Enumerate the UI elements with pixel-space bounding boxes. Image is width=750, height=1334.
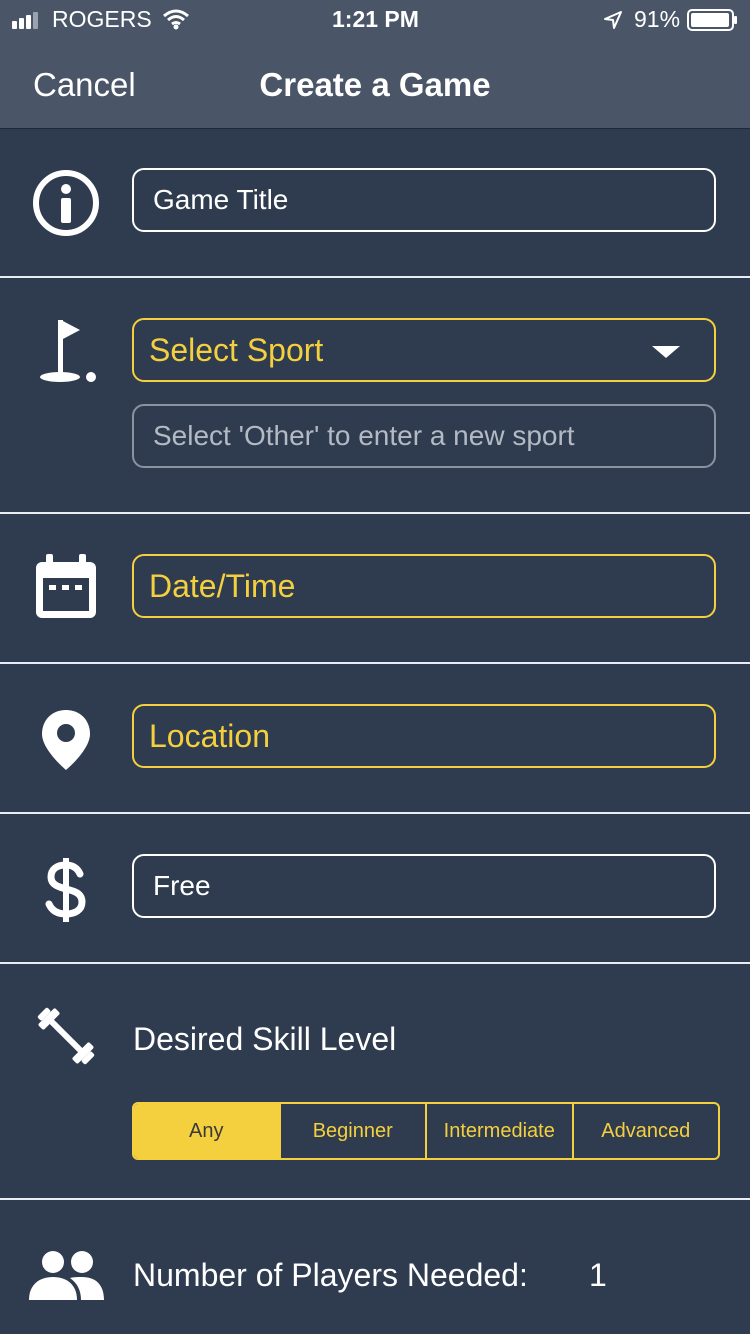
players-needed-label: Number of Players Needed: <box>133 1257 528 1293</box>
skill-option-intermediate[interactable]: Intermediate <box>427 1104 574 1158</box>
section-location: Location <box>0 664 750 814</box>
carrier-label: ROGERS <box>52 6 152 32</box>
chevron-down-icon <box>652 346 680 358</box>
navigation-bar: Cancel Create a Game <box>0 40 750 129</box>
golf-flag-icon <box>40 320 96 382</box>
battery-icon <box>687 9 737 31</box>
map-pin-icon <box>42 710 90 770</box>
location-select[interactable]: Location <box>132 704 716 768</box>
group-icon <box>29 1251 104 1300</box>
status-bar: ROGERS 1:21 PM 91% <box>0 0 750 40</box>
time-label: 1:21 PM <box>332 6 419 32</box>
section-skill-level: Desired Skill Level <box>0 964 750 1200</box>
location-arrow-icon <box>604 11 622 29</box>
wifi-icon <box>163 9 189 30</box>
sport-select-label: Select Sport <box>149 332 324 368</box>
date-time-select[interactable]: Date/Time <box>132 554 716 618</box>
skill-level-label: Desired Skill Level <box>133 1021 397 1057</box>
section-game-title: Game Title <box>0 129 750 278</box>
skill-level-segmented-control: Any Beginner Intermediate Advanced <box>132 1102 720 1160</box>
skill-option-advanced[interactable]: Advanced <box>574 1104 719 1158</box>
section-price: Free <box>0 814 750 964</box>
page-title: Create a Game <box>259 66 491 103</box>
dumbbell-icon <box>37 1007 95 1065</box>
signal-icon <box>12 12 38 29</box>
sport-select[interactable]: Select Sport <box>132 318 716 382</box>
section-date-time: Date/Time <box>0 514 750 664</box>
skill-option-any[interactable]: Any <box>134 1104 281 1158</box>
other-sport-input[interactable]: Select 'Other' to enter a new sport <box>132 404 716 468</box>
section-sport: Select Sport Select 'Other' to enter a n… <box>0 278 750 514</box>
section-players: Number of Players Needed: 1 <box>0 1200 750 1334</box>
game-title-input[interactable]: Game Title <box>132 168 716 232</box>
calendar-icon <box>36 554 96 618</box>
price-input[interactable]: Free <box>132 854 716 918</box>
players-needed-value[interactable]: 1 <box>589 1257 607 1294</box>
skill-option-beginner[interactable]: Beginner <box>281 1104 427 1158</box>
battery-percent: 91% <box>634 6 681 32</box>
dollar-icon <box>45 858 86 922</box>
info-icon <box>33 170 99 236</box>
